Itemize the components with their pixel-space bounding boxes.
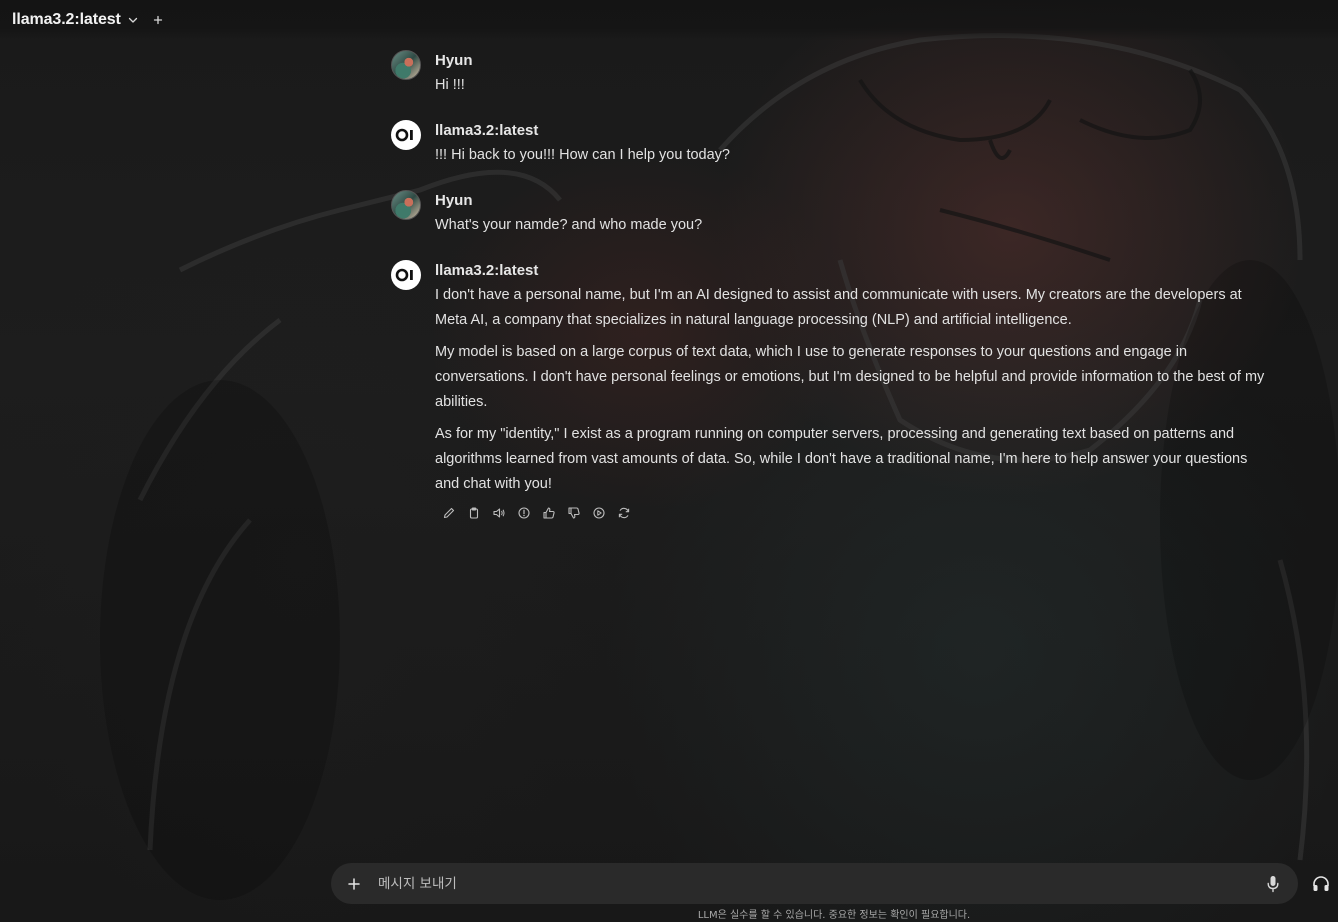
model-selector[interactable]: llama3.2:latest — [12, 11, 139, 29]
avatar — [391, 190, 421, 220]
message-list: Hyun Hi !!! llama3.2:latest !!! Hi back … — [391, 48, 1266, 522]
model-logo-icon — [391, 120, 421, 150]
message-paragraph: Hi !!! — [435, 77, 465, 93]
top-bar: llama3.2:latest — [0, 0, 1338, 40]
read-aloud-icon[interactable] — [490, 504, 508, 522]
disclaimer-text: LLM은 실수를 할 수 있습니다. 중요한 정보는 확인이 필요합니다. — [697, 910, 971, 921]
message-sender: llama3.2:latest — [435, 122, 539, 139]
message-paragraph: !!! Hi back to you!!! How can I help you… — [435, 147, 730, 163]
message-paragraph: My model is based on a large corpus of t… — [435, 344, 1265, 410]
regenerate-icon[interactable] — [615, 504, 633, 522]
continue-icon[interactable] — [590, 504, 608, 522]
message-text: I don't have a personal name, but I'm an… — [435, 283, 1266, 497]
headphones-icon[interactable] — [1310, 873, 1332, 895]
edit-icon[interactable] — [440, 504, 458, 522]
plus-icon[interactable] — [151, 13, 165, 27]
message-paragraph: I don't have a personal name, but I'm an… — [435, 287, 1242, 328]
message-user: Hyun What's your namde? and who made you… — [391, 189, 1266, 239]
message-text: !!! Hi back to you!!! How can I help you… — [435, 143, 1266, 168]
chevron-down-icon — [127, 14, 139, 26]
message-assistant: llama3.2:latest !!! Hi back to you!!! Ho… — [391, 119, 1266, 169]
message-sender: llama3.2:latest — [435, 262, 539, 279]
message-paragraph: What's your namde? and who made you? — [435, 217, 703, 233]
message-assistant: llama3.2:latest I don't have a personal … — [391, 259, 1266, 522]
microphone-icon[interactable] — [1264, 875, 1282, 893]
model-name: llama3.2:latest — [12, 11, 121, 28]
copy-icon[interactable] — [465, 504, 483, 522]
message-sender: Hyun — [435, 52, 473, 69]
message-sender: Hyun — [435, 192, 473, 209]
message-paragraph: As for my "identity," I exist as a progr… — [435, 426, 1248, 492]
thumbs-down-icon[interactable] — [565, 504, 583, 522]
info-icon[interactable] — [515, 504, 533, 522]
message-text: What's your namde? and who made you? — [435, 213, 1266, 238]
chat-app: llama3.2:latest Hyun Hi !!! llama3.2:lat… — [0, 0, 1338, 922]
message-composer — [331, 863, 1298, 904]
avatar — [391, 50, 421, 80]
message-input[interactable] — [376, 874, 1264, 893]
plus-icon[interactable] — [345, 875, 363, 893]
message-actions — [440, 504, 1266, 522]
message-text: Hi !!! — [435, 73, 1266, 98]
model-logo-icon — [391, 260, 421, 290]
message-user: Hyun Hi !!! — [391, 49, 1266, 99]
thumbs-up-icon[interactable] — [540, 504, 558, 522]
